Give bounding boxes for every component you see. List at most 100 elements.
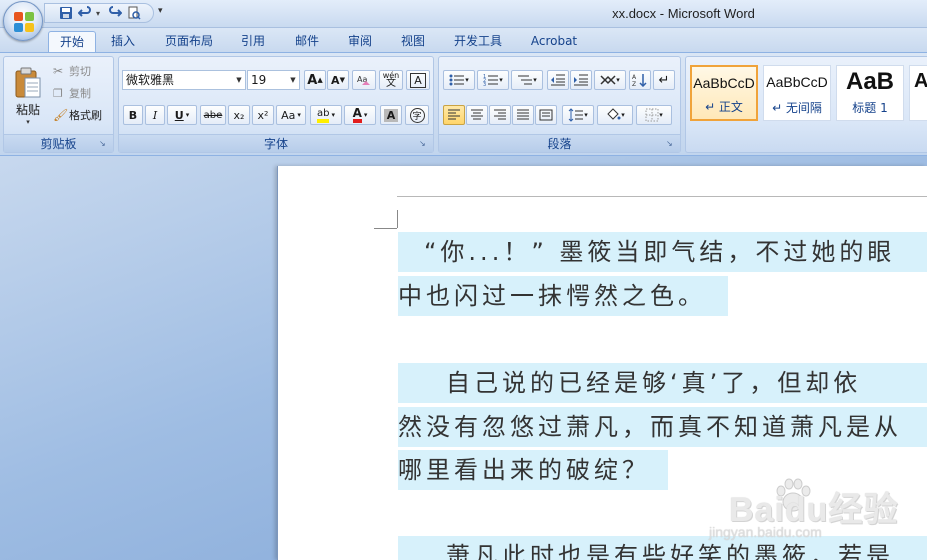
strikethrough-icon: abe: [203, 109, 223, 121]
dialog-launcher-icon[interactable]: ↘: [419, 139, 429, 149]
sort-icon: AZ: [632, 74, 647, 87]
document-line[interactable]: 中也闪过一抹愕然之色。: [398, 276, 728, 316]
style-heading-2[interactable]: A: [909, 65, 927, 121]
font-size-combo[interactable]: 19 ▼: [247, 70, 300, 90]
document-workspace: “你...！” 墨筱当即气结，不过她的眼 中也闪过一抹愕然之色。 自己说的已经是…: [0, 156, 927, 560]
align-right-icon: [494, 109, 506, 120]
clear-formatting-button[interactable]: Aa: [352, 70, 376, 90]
tab-view[interactable]: 视图: [392, 31, 434, 52]
scissors-icon: ✂: [53, 64, 64, 78]
header-line: [397, 196, 927, 197]
style-name: ↵ 无间隔: [772, 101, 822, 115]
multilevel-list-icon: [518, 75, 533, 85]
office-logo-icon: [14, 12, 34, 32]
style-no-spacing[interactable]: AaBbCcD ↵ 无间隔: [763, 65, 831, 121]
italic-button[interactable]: I: [145, 105, 165, 125]
font-group: 微软雅黑 ▼ 19 ▼ A ▲ A ▼ Aa wén 文 A B I U ▾ abe: [118, 56, 434, 153]
tab-acrobat[interactable]: Acrobat: [522, 31, 586, 52]
character-shading-button[interactable]: A: [380, 105, 402, 125]
subscript-button[interactable]: x₂: [228, 105, 250, 125]
underline-icon: U: [174, 108, 184, 122]
multilevel-list-button[interactable]: ▾: [511, 70, 543, 90]
line-spacing-button[interactable]: ▾: [562, 105, 594, 125]
margin-corner-mark: [397, 210, 398, 228]
baidu-watermark: Baidu经验 jingyan.baidu.com: [689, 474, 909, 546]
svg-text:3: 3: [483, 82, 486, 87]
tab-mailings[interactable]: 邮件: [286, 31, 328, 52]
ribbon: 粘贴 ▾ ✂ 剪切 ❐ 复制 🖌 格式刷 剪贴板 ↘ 微软雅黑 ▼ 19 ▼ A…: [0, 52, 927, 156]
style-heading-1[interactable]: AaB 标题 1: [836, 65, 904, 121]
bold-button[interactable]: B: [123, 105, 143, 125]
bullets-button[interactable]: ▾: [443, 70, 475, 90]
paste-button[interactable]: 粘贴 ▾: [8, 59, 48, 133]
margin-corner-mark: [374, 228, 397, 229]
document-line[interactable]: “你...！” 墨筱当即气结，不过她的眼: [398, 232, 927, 272]
window-title: xx.docx - Microsoft Word: [612, 6, 755, 21]
change-case-button[interactable]: Aa ▾: [276, 105, 306, 125]
phonetic-guide-button[interactable]: wén 文: [379, 70, 403, 90]
document-line[interactable]: 哪里看出来的破绽？: [398, 450, 668, 490]
character-border-button[interactable]: A: [406, 70, 430, 90]
ribbon-tabs: 开始 插入 页面布局 引用 邮件 审阅 视图 开发工具 Acrobat: [0, 28, 927, 52]
shrink-font-icon: A: [331, 73, 340, 87]
paintbrush-icon: 🖌: [53, 108, 69, 122]
chinese-layout-icon: [600, 75, 616, 85]
font-color-icon: A: [352, 107, 362, 123]
dialog-launcher-icon[interactable]: ↘: [99, 139, 109, 149]
show-hide-marks-button[interactable]: ↵: [653, 70, 675, 90]
superscript-button[interactable]: x²: [252, 105, 274, 125]
svg-text:A: A: [632, 74, 637, 81]
justify-button[interactable]: [512, 105, 534, 125]
paint-bucket-icon: [607, 108, 621, 120]
tab-insert[interactable]: 插入: [102, 31, 144, 52]
align-center-button[interactable]: [466, 105, 488, 125]
dialog-launcher-icon[interactable]: ↘: [666, 139, 676, 149]
bullet-list-icon: [449, 74, 465, 86]
styles-group: AaBbCcD ↵ 正文 AaBbCcD ↵ 无间隔 AaB 标题 1 A: [685, 56, 927, 153]
numbered-list-icon: 123: [483, 74, 499, 87]
chinese-layout-button[interactable]: ▾: [594, 70, 626, 90]
tab-home[interactable]: 开始: [48, 31, 96, 52]
distributed-icon: [539, 109, 553, 121]
title-bar: ▾ ▾ xx.docx - Microsoft Word: [0, 0, 927, 28]
shading-button[interactable]: ▾: [597, 105, 633, 125]
clipboard-group: 粘贴 ▾ ✂ 剪切 ❐ 复制 🖌 格式刷 剪贴板 ↘: [3, 56, 114, 153]
borders-button[interactable]: ▾: [636, 105, 672, 125]
font-color-button[interactable]: A ▾: [344, 105, 376, 125]
tab-review[interactable]: 审阅: [339, 31, 381, 52]
phonetic-guide-icon: 文: [386, 78, 396, 89]
align-center-icon: [471, 109, 483, 120]
sort-button[interactable]: AZ: [629, 70, 651, 90]
office-button[interactable]: [3, 1, 43, 41]
watermark-url: jingyan.baidu.com: [709, 524, 822, 540]
enclose-characters-icon: 字: [409, 107, 425, 123]
format-painter-button[interactable]: 🖌 格式刷: [52, 105, 114, 125]
change-case-icon: Aa: [281, 108, 296, 122]
cut-button[interactable]: ✂ 剪切: [52, 61, 112, 81]
highlight-color-button[interactable]: ab ▾: [310, 105, 342, 125]
increase-indent-icon: [574, 74, 588, 86]
font-name-combo[interactable]: 微软雅黑 ▼: [122, 70, 246, 90]
tab-page-layout[interactable]: 页面布局: [156, 31, 222, 52]
font-group-label: 字体: [119, 134, 433, 152]
shrink-font-button[interactable]: A ▼: [327, 70, 349, 90]
document-line[interactable]: 然没有忽悠过萧凡，而真不知道萧凡是从: [398, 407, 927, 447]
paste-label: 粘贴: [15, 102, 40, 117]
distributed-button[interactable]: [535, 105, 557, 125]
grow-font-button[interactable]: A ▲: [304, 70, 326, 90]
align-right-button[interactable]: [489, 105, 511, 125]
numbering-button[interactable]: 1 2 3 ▾: [477, 70, 509, 90]
increase-indent-button[interactable]: [570, 70, 592, 90]
underline-button[interactable]: U ▾: [167, 105, 197, 125]
tab-references[interactable]: 引用: [232, 31, 274, 52]
enclose-characters-button[interactable]: 字: [405, 105, 429, 125]
strikethrough-button[interactable]: abe: [200, 105, 226, 125]
tab-developer[interactable]: 开发工具: [446, 31, 510, 52]
document-line[interactable]: 自己说的已经是够‘真’了，但却依: [398, 363, 927, 403]
copy-button[interactable]: ❐ 复制: [52, 83, 112, 103]
style-normal[interactable]: AaBbCcD ↵ 正文: [690, 65, 758, 121]
decrease-indent-button[interactable]: [547, 70, 569, 90]
document-page[interactable]: “你...！” 墨筱当即气结，不过她的眼 中也闪过一抹愕然之色。 自己说的已经是…: [277, 166, 927, 560]
align-left-button[interactable]: [443, 105, 465, 125]
style-sample: A: [914, 70, 927, 92]
